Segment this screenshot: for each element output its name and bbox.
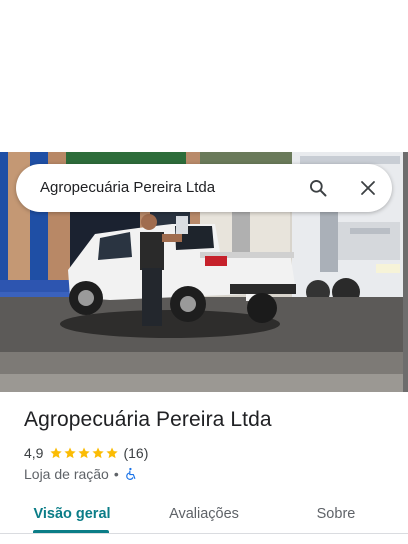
close-button[interactable] bbox=[354, 174, 382, 202]
star-icon bbox=[50, 447, 63, 459]
star-icon bbox=[106, 447, 119, 459]
wheelchair-icon bbox=[125, 467, 136, 480]
tab-reviews[interactable]: Avaliações bbox=[156, 496, 252, 532]
search-input[interactable]: Agropecuária Pereira Ltda bbox=[40, 164, 215, 212]
close-icon bbox=[361, 181, 375, 195]
tab-bar: Visão geral Avaliações Sobre bbox=[0, 496, 408, 544]
rating-row[interactable]: 4,9 (16) bbox=[24, 444, 148, 462]
tabs-divider bbox=[0, 533, 408, 534]
photo-scrollbar[interactable] bbox=[403, 152, 408, 392]
place-title: Agropecuária Pereira Ltda bbox=[24, 408, 272, 431]
tab-overview[interactable]: Visão geral bbox=[24, 496, 120, 532]
review-count[interactable]: (16) bbox=[123, 445, 148, 461]
star-icon bbox=[92, 447, 105, 459]
rating-value: 4,9 bbox=[24, 445, 44, 461]
search-button[interactable] bbox=[304, 174, 332, 202]
rating-stars bbox=[49, 446, 119, 460]
tab-about[interactable]: Sobre bbox=[298, 496, 374, 532]
star-icon bbox=[78, 447, 91, 459]
separator-dot: • bbox=[113, 466, 119, 482]
search-bar[interactable]: Agropecuária Pereira Ltda bbox=[16, 164, 392, 212]
star-icon bbox=[64, 447, 77, 459]
category-row: Loja de ração • bbox=[24, 465, 138, 483]
search-icon bbox=[310, 180, 327, 197]
place-category: Loja de ração bbox=[24, 466, 109, 482]
